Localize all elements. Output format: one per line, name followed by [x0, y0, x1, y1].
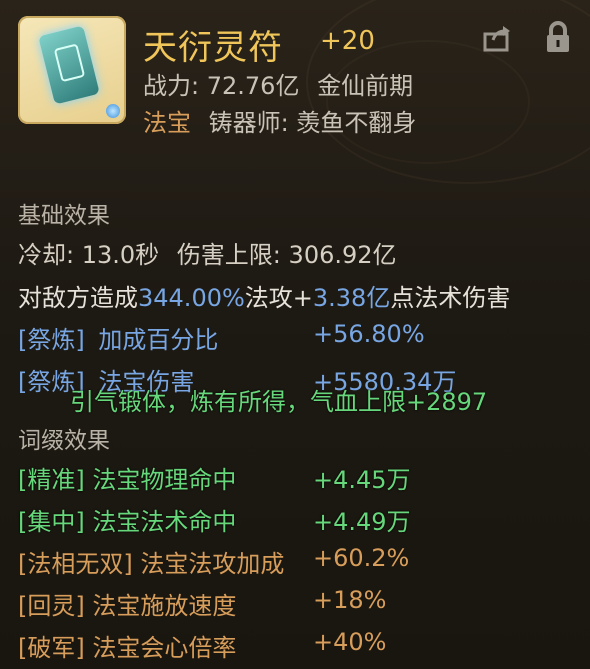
- forger-label: 铸器师:: [208, 109, 289, 137]
- cooldown-line: 冷却: 13.0秒 伤害上限: 306.92亿: [18, 235, 397, 270]
- affix-row-2: [集中] 法宝法术命中: [18, 502, 236, 537]
- affix-label-1: 法宝物理命中: [92, 466, 237, 494]
- power-label: 战力:: [143, 72, 200, 100]
- cap-label: 伤害上限:: [176, 241, 281, 269]
- cooldown-value: 13.0秒: [81, 241, 160, 269]
- cap-value: 306.92亿: [288, 241, 397, 269]
- talisman-icon: [38, 25, 100, 105]
- item-title: 天衍灵符: [143, 28, 283, 68]
- refine-line-1: [祭炼] 加成百分比: [18, 320, 218, 355]
- affix-label-3: 法宝法攻加成: [140, 550, 285, 578]
- quality-orb-icon: [106, 104, 120, 118]
- share-icon[interactable]: [481, 22, 513, 54]
- affix-row-1: [精准] 法宝物理命中: [18, 460, 236, 495]
- background-decoration-2: [326, 40, 530, 164]
- notice-message: 引气锻体，炼有所得，气血上限+2897: [70, 388, 488, 416]
- refine-label-1: 加成百分比: [98, 326, 219, 354]
- affix-label-4: 法宝施放速度: [92, 592, 237, 620]
- damage-suffix: 点法术伤害: [390, 284, 511, 312]
- affix-value-4: +18%: [313, 586, 387, 614]
- affix-value-2: +4.49万: [313, 508, 411, 536]
- power-value: 72.76亿: [206, 72, 300, 100]
- damage-prefix: 对敌方造成: [18, 284, 138, 312]
- lock-icon[interactable]: [543, 20, 573, 54]
- affix-row-3: [法相无双] 法宝法攻加成: [18, 544, 284, 579]
- refine-value-1: +56.80%: [313, 320, 425, 348]
- affix-value-1: +4.45万: [313, 466, 411, 494]
- cooldown-label: 冷却:: [18, 241, 75, 269]
- affix-row-5: [破军] 法宝会心倍率: [18, 628, 236, 663]
- affix-tag-5: [破军]: [18, 634, 85, 662]
- enhance-level: +20: [320, 26, 375, 56]
- affix-tag-3: [法相无双]: [18, 550, 133, 578]
- refine-tag-1: [祭炼]: [18, 326, 85, 354]
- type-line: 法宝 铸器师: 羡鱼不翻身: [143, 103, 416, 138]
- damage-flat: 3.38亿: [312, 284, 391, 312]
- item-type: 法宝: [143, 109, 191, 137]
- affix-tag-4: [回灵]: [18, 592, 85, 620]
- affix-label-2: 法宝法术命中: [92, 508, 237, 536]
- affix-value-5: +40%: [313, 628, 387, 656]
- damage-line: 对敌方造成344.00%法攻+3.38亿点法术伤害: [18, 278, 510, 313]
- affix-row-4: [回灵] 法宝施放速度: [18, 586, 236, 621]
- damage-mid: 法攻+: [244, 284, 313, 312]
- damage-percent: 344.00%: [138, 284, 245, 312]
- power-line: 战力: 72.76亿 金仙前期: [143, 66, 413, 101]
- realm-text: 金仙前期: [317, 72, 414, 100]
- affix-tag-2: [集中]: [18, 508, 85, 536]
- forger-name: 羡鱼不翻身: [296, 109, 417, 137]
- affix-effects-title: 词缀效果: [18, 428, 110, 454]
- item-icon[interactable]: [18, 16, 126, 124]
- item-tooltip-panel: 天衍灵符 +20 战力: 72.76亿 金仙前期 法宝 铸器师: 羡鱼不翻身 基…: [0, 0, 590, 669]
- affix-value-3: +60.2%: [313, 544, 410, 572]
- affix-tag-1: [精准]: [18, 466, 85, 494]
- affix-label-5: 法宝会心倍率: [92, 634, 237, 662]
- basic-effects-title: 基础效果: [18, 203, 110, 229]
